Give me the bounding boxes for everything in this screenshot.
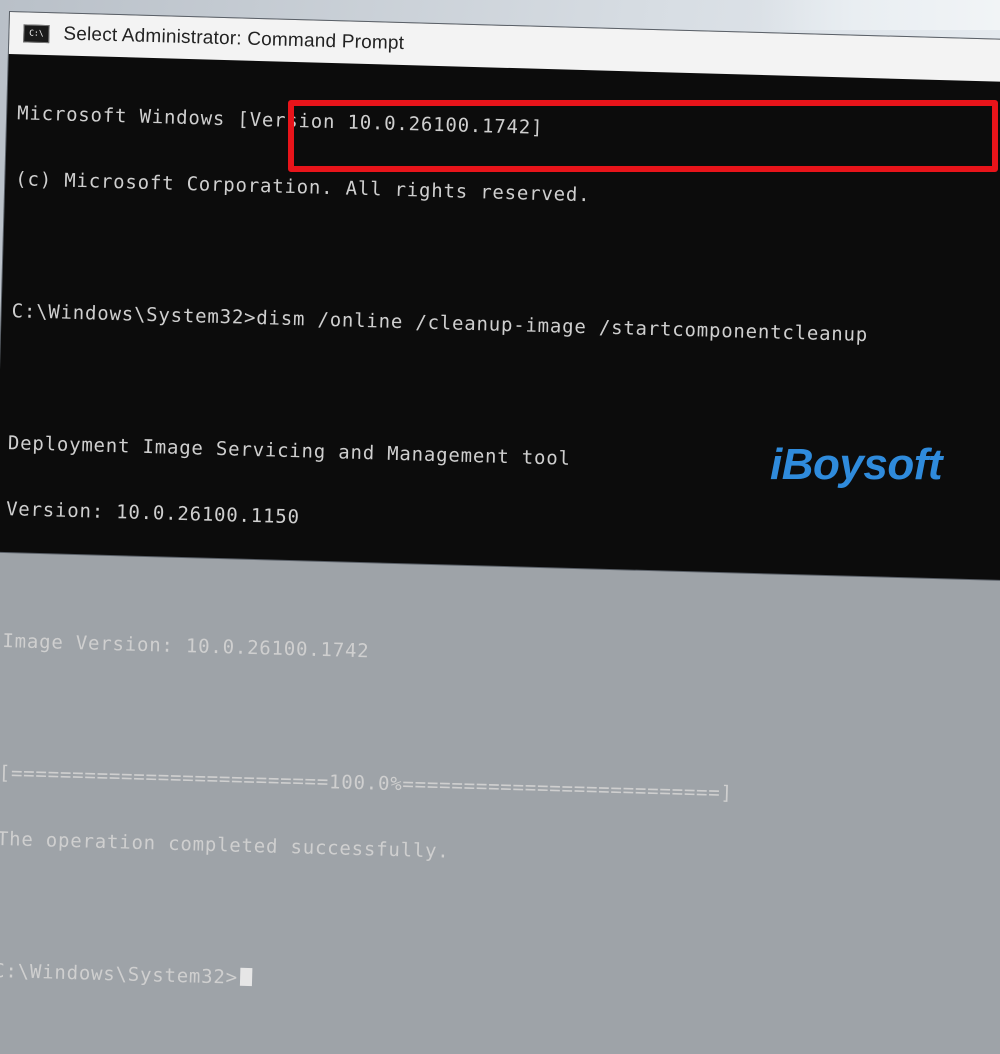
command-line: C:\Windows\System32>dism /online /cleanu…: [11, 300, 1000, 350]
command-prompt-window[interactable]: C:\ Select Administrator: Command Prompt…: [0, 12, 1000, 989]
console-line: (c) Microsoft Corporation. All rights re…: [15, 168, 591, 207]
screen-glare: [760, 0, 1000, 30]
cmd-icon: C:\: [23, 24, 50, 44]
progress-bar-text: [==========================100.0%=======…: [0, 761, 734, 805]
command-text: dism /online /cleanup-image /startcompon…: [256, 307, 869, 347]
cmd-icon-glyph: C:\: [29, 28, 44, 38]
console-line: The operation completed successfully.: [0, 827, 450, 863]
text-cursor: [239, 967, 253, 987]
input-line[interactable]: C:\Windows\System32>: [0, 960, 993, 1010]
command-highlight-box: [288, 100, 998, 172]
command-prompt: C:\Windows\System32>: [11, 300, 257, 329]
console-line: Image Version: 10.0.26100.1742: [2, 630, 370, 663]
window-title: Select Administrator: Command Prompt: [63, 23, 405, 55]
final-prompt: C:\Windows\System32>: [0, 959, 239, 989]
console-line: Version: 10.0.26100.1150: [5, 498, 301, 529]
brand-watermark: iBoysoft: [770, 440, 943, 489]
